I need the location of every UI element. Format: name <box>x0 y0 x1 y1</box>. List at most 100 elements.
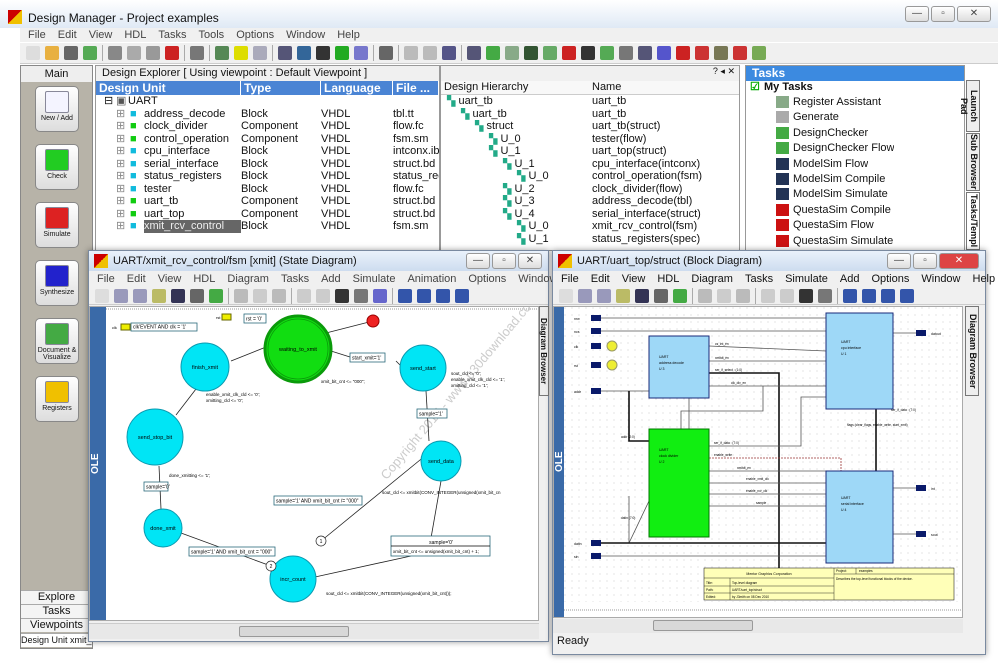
toolbar-button-icon[interactable] <box>657 46 671 60</box>
toolbar-button-icon[interactable] <box>64 46 78 60</box>
toolbar-button-icon[interactable] <box>600 46 614 60</box>
hierarchy-row[interactable]: ▚ U_1 status_registers(spec) <box>441 233 739 246</box>
expand-icon[interactable]: ⊞ <box>116 133 130 146</box>
toolbar-button-icon[interactable] <box>152 288 166 303</box>
output-port-datout[interactable] <box>916 330 926 336</box>
transition-arrow[interactable] <box>330 350 351 358</box>
task-item[interactable]: Register Assistant <box>746 95 964 110</box>
minimize-button[interactable]: — <box>905 6 929 22</box>
input-port-sin[interactable] <box>591 553 601 559</box>
toolbar-button-icon[interactable] <box>698 288 712 303</box>
table-row[interactable]: ⊞ ■ cpu_interface Block VHDL intconx.ib <box>96 145 439 158</box>
button-new-add[interactable]: New / Add <box>35 86 79 132</box>
state-canvas[interactable]: OLE Copyright 2017 - www.p30download.com… <box>89 306 539 621</box>
toolbar-button-icon[interactable] <box>26 46 40 60</box>
toolbar-button-icon[interactable] <box>673 288 687 303</box>
toolbar-button-icon[interactable] <box>736 288 750 303</box>
toolbar-button-icon[interactable] <box>45 46 59 60</box>
restore-button[interactable]: ▫ <box>492 253 516 269</box>
table-row[interactable]: ⊞ ■ address_decode Block VHDL tbl.tt <box>96 108 439 121</box>
menu-edit[interactable]: Edit <box>591 273 610 285</box>
horizontal-scrollbar[interactable] <box>553 619 963 633</box>
toolbar-button-icon[interactable] <box>404 46 418 60</box>
toolbar-button-icon[interactable] <box>717 288 731 303</box>
block-clock-divider[interactable] <box>648 428 710 538</box>
menu-diagram[interactable]: Diagram <box>227 273 269 285</box>
restore-button[interactable]: ▫ <box>913 253 937 269</box>
toolbar-button-icon[interactable] <box>862 288 876 303</box>
hierarchy-row[interactable]: ▚ U_3 address_decode(tbl) <box>441 195 739 208</box>
toolbar-button-icon[interactable] <box>900 288 914 303</box>
toolbar-button-icon[interactable] <box>442 46 456 60</box>
hierarchy-row[interactable]: ▚ U_1 cpu_interface(intconx) <box>441 158 739 171</box>
pane-controls[interactable]: ? ◂ ✕ <box>441 66 739 81</box>
button-simulate[interactable]: Simulate <box>35 202 79 248</box>
hierarchy-row[interactable]: ▚ U_0 control_operation(fsm) <box>441 170 739 183</box>
toolbar-button-icon[interactable] <box>562 46 576 60</box>
toolbar-button-icon[interactable] <box>114 288 128 303</box>
toolbar-button-icon[interactable] <box>843 288 857 303</box>
input-port-addr[interactable] <box>591 388 601 394</box>
menu-hdl[interactable]: HDL <box>124 29 146 41</box>
menu-help[interactable]: Help <box>973 273 996 285</box>
table-row[interactable]: ⊞ ■ xmit_rcv_control Block VHDL fsm.sm <box>96 220 439 233</box>
toolbar-button-icon[interactable] <box>398 288 412 303</box>
table-row[interactable]: ⊞ ■ tester Block VHDL flow.fc <box>96 183 439 196</box>
tab-launch-pad[interactable]: Launch Pad <box>959 80 980 132</box>
menu-simulate[interactable]: Simulate <box>353 273 396 285</box>
toolbar-button-icon[interactable] <box>272 288 286 303</box>
transition-arrow[interactable] <box>230 346 267 362</box>
expand-icon[interactable]: ⊞ <box>116 158 130 171</box>
toolbar-button-icon[interactable] <box>234 288 248 303</box>
task-item[interactable]: DesignChecker Flow <box>746 141 964 156</box>
menu-tasks[interactable]: Tasks <box>158 29 186 41</box>
task-item[interactable]: DesignChecker <box>746 126 964 141</box>
button-document-visualize[interactable]: Document & Visualize <box>35 318 79 364</box>
toolbar-button-icon[interactable] <box>423 46 437 60</box>
col-name[interactable]: Name <box>589 81 621 94</box>
transition-arrow[interactable] <box>325 320 374 334</box>
toolbar-button-icon[interactable] <box>83 46 97 60</box>
hierarchy-row[interactable]: ▚ uart_tb uart_tb <box>441 108 739 121</box>
menu-tasks[interactable]: Tasks <box>745 273 773 285</box>
toolbar-button-icon[interactable] <box>297 46 311 60</box>
block-serial-interface[interactable] <box>825 470 894 564</box>
toolbar-button-icon[interactable] <box>467 46 481 60</box>
menu-tools[interactable]: Tools <box>199 29 225 41</box>
expand-icon[interactable]: ⊞ <box>116 145 130 158</box>
toolbar-button-icon[interactable] <box>316 288 330 303</box>
table-row[interactable]: ⊞ ■ control_operation Component VHDL fsm.sm <box>96 133 439 146</box>
toolbar-button-icon[interactable] <box>486 46 500 60</box>
toolbar-button-icon[interactable] <box>559 288 573 303</box>
hierarchy-row[interactable]: ▚ U_0 tester(flow) <box>441 133 739 146</box>
toolbar-button-icon[interactable] <box>695 46 709 60</box>
menu-view[interactable]: View <box>622 273 646 285</box>
menu-simulate[interactable]: Simulate <box>785 273 828 285</box>
menu-tasks[interactable]: Tasks <box>281 273 309 285</box>
toolbar-button-icon[interactable] <box>635 288 649 303</box>
expand-icon[interactable]: ⊟ <box>104 95 116 108</box>
expand-icon[interactable]: ⊞ <box>116 170 130 183</box>
menu-file[interactable]: File <box>561 273 579 285</box>
expand-icon[interactable]: ⊞ <box>116 195 130 208</box>
menu-options[interactable]: Options <box>871 273 909 285</box>
tab-diagram-browser[interactable]: Diagram Browser <box>965 306 979 396</box>
reset-point-icon[interactable] <box>366 314 380 328</box>
block-address-decode[interactable] <box>648 335 710 399</box>
table-row[interactable]: ⊞ ■ serial_interface Block VHDL struct.bd <box>96 158 439 171</box>
table-row[interactable]: ⊞ ■ uart_tb Component VHDL struct.bd <box>96 195 439 208</box>
menu-hdl[interactable]: HDL <box>193 273 215 285</box>
col-file[interactable]: File ... <box>393 81 439 95</box>
hierarchy-row[interactable]: ▚ uart_tb uart_tb <box>441 95 739 108</box>
minimize-button[interactable]: — <box>887 253 911 269</box>
col-design-unit[interactable]: Design Unit <box>96 81 241 95</box>
input-port-datin[interactable] <box>591 540 601 546</box>
toolbar-button-icon[interactable] <box>354 288 368 303</box>
menu-animation[interactable]: Animation <box>407 273 456 285</box>
toolbar-button-icon[interactable] <box>780 288 794 303</box>
close-button[interactable]: ✕ <box>518 253 542 269</box>
toolbar-button-icon[interactable] <box>335 46 349 60</box>
toolbar-button-icon[interactable] <box>524 46 538 60</box>
toolbar-button-icon[interactable] <box>619 46 633 60</box>
tab-diagram-browser[interactable]: Diagram Browser <box>539 306 549 396</box>
